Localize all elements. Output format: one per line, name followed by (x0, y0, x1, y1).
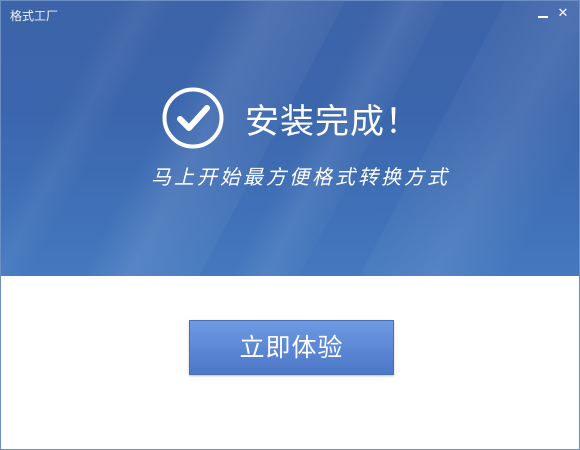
installer-window: 格式工厂 ✕ 安装完成！ 马上开始最方便格式转换方式 立即体验 (0, 0, 580, 450)
close-icon: ✕ (557, 6, 569, 21)
header-banner: 格式工厂 ✕ 安装完成！ 马上开始最方便格式转换方式 (1, 1, 579, 276)
minimize-button[interactable] (534, 5, 552, 23)
start-experience-button[interactable]: 立即体验 (189, 320, 394, 375)
success-heading: 安装完成！ (245, 102, 420, 142)
check-circle-icon (162, 87, 224, 149)
window-title: 格式工厂 (10, 9, 59, 23)
success-subtitle: 马上开始最方便格式转换方式 (151, 165, 450, 189)
success-message: 安装完成！ (161, 86, 461, 150)
minimize-icon (538, 16, 548, 18)
title-bar[interactable]: 格式工厂 ✕ (1, 1, 579, 29)
close-button[interactable]: ✕ (554, 5, 572, 23)
